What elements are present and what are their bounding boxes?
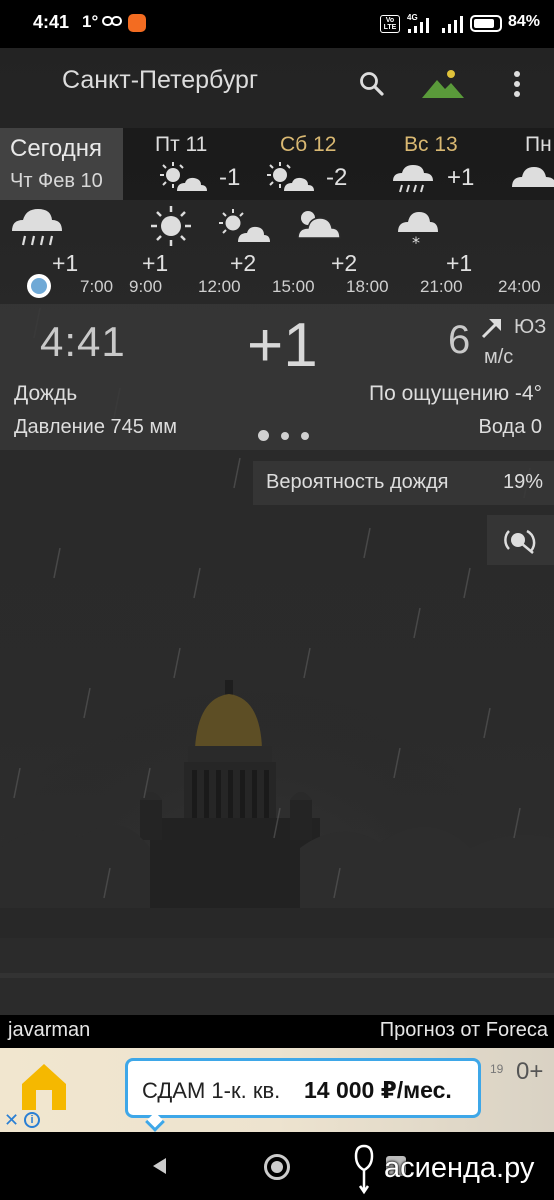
weather-condition: Дождь	[14, 382, 78, 405]
page-indicator	[258, 428, 321, 446]
ad-price: 14 000 ₽/мес.	[304, 1077, 452, 1103]
sun-cloud-icon	[160, 162, 207, 191]
rain-probability-label: Вероятность дождя	[266, 471, 449, 493]
page-dot	[281, 432, 289, 440]
day-name: Пн	[525, 133, 552, 156]
radar-icon	[504, 529, 536, 554]
day-tab-sun[interactable]: Вс 13 +1	[385, 128, 505, 200]
back-icon[interactable]	[150, 1156, 168, 1176]
hour-time: 9:00	[129, 277, 163, 296]
ad-info-icon[interactable]: i	[24, 1112, 40, 1128]
mountain-icon[interactable]	[421, 68, 465, 100]
ad-logo-icon	[22, 1064, 66, 1110]
ad-age-rating: 0+	[516, 1058, 544, 1085]
status-time: 4:41	[33, 12, 70, 32]
day-temp: +1	[447, 164, 475, 191]
wind-speed: 6	[448, 318, 471, 362]
day-name: Пт 11	[155, 133, 208, 156]
ad-banner[interactable]: СДАМ 1-к. кв. 14 000 ₽/мес. 19 0+ ✕ i	[0, 1048, 554, 1132]
sun-icon	[151, 206, 191, 246]
app-notification-icon	[128, 14, 146, 32]
status-bar: 4:41 1° Vo LTE 4G 84%	[0, 0, 554, 48]
hour-temp: +1	[446, 250, 473, 276]
svg-text:4G: 4G	[407, 13, 418, 22]
sun-cloud-icon	[267, 162, 314, 191]
hour-time: 15:00	[272, 277, 315, 296]
rain-cloud-icon	[393, 165, 433, 193]
hour-temp: +1	[142, 250, 169, 276]
search-icon[interactable]	[358, 70, 386, 98]
rain-probability[interactable]: Вероятность дождя 19%	[253, 461, 554, 505]
signal-icon	[442, 16, 463, 33]
day-today-label: Сегодня	[10, 135, 102, 162]
status-temperature: 1°	[82, 12, 99, 31]
watermark-text: асиенда.ру	[384, 1152, 535, 1184]
battery-icon	[470, 15, 502, 32]
link-icon	[102, 16, 122, 26]
sun-cloud-icon	[219, 209, 270, 242]
current-time-marker	[27, 274, 51, 298]
day-temp: -1	[219, 164, 241, 191]
hour-time: 24:00	[498, 277, 541, 296]
svg-text:*: *	[412, 233, 420, 250]
day-tab-fri[interactable]: Пт 11 -1	[137, 128, 257, 200]
current-time: 4:41	[40, 318, 126, 365]
more-icon[interactable]	[508, 70, 526, 98]
day-tab-mon[interactable]: Пн	[508, 128, 554, 200]
ad-text: СДАМ 1-к. кв.	[142, 1078, 281, 1103]
photo-author[interactable]: javarman	[8, 1019, 90, 1042]
rain-cloud-icon	[12, 209, 62, 246]
wind-unit: м/с	[484, 346, 514, 368]
ad-message: СДАМ 1-к. кв. 14 000 ₽/мес.	[125, 1058, 481, 1118]
signal-4g-icon: 4G	[407, 13, 429, 33]
radar-button[interactable]	[487, 515, 554, 565]
hour-temp: +2	[331, 250, 358, 276]
ad-close-icon[interactable]: ✕	[4, 1110, 19, 1131]
hour-temp: +2	[230, 250, 257, 276]
cloud-icon	[512, 167, 554, 187]
day-today-tab[interactable]: Сегодня Чт Фев 10	[0, 128, 123, 200]
hour-time: 12:00	[198, 277, 241, 296]
current-temperature: +1	[247, 311, 318, 380]
day-name: Сб 12	[280, 133, 337, 156]
wind-direction: ЮЗ	[514, 316, 547, 338]
home-button[interactable]	[264, 1154, 290, 1180]
battery-percent: 84%	[508, 13, 541, 30]
page-dot	[301, 432, 309, 440]
hour-temp: +1	[52, 250, 79, 276]
wind-direction-icon	[481, 319, 501, 339]
hour-time: 21:00	[420, 277, 463, 296]
hour-time: 7:00	[80, 277, 114, 296]
day-tab-sat[interactable]: Сб 12 -2	[258, 128, 378, 200]
pressure: Давление 745 мм	[14, 416, 177, 438]
city-title[interactable]: Санкт-Петербург	[62, 66, 258, 95]
current-conditions-panel[interactable]: 4:41 +1 6 м/с ЮЗ Дождь По ощущению -4° Д…	[0, 304, 554, 450]
partly-cloudy-icon	[297, 211, 341, 239]
day-name: Вс 13	[404, 133, 458, 156]
feels-like: По ощущению -4°	[368, 382, 542, 405]
ad-number: 19	[490, 1062, 504, 1076]
snow-cloud-icon: *	[398, 212, 438, 250]
photo-credits-bar: javarman Прогноз от Foreca	[0, 1015, 554, 1048]
volte-icon: Vo LTE	[380, 15, 400, 33]
days-strip: Пт 11 -1 Сб 12 -2 Вс 13 +1 Пн	[123, 128, 554, 200]
app-screen: 4:41 1° Vo LTE 4G 84% Санкт-Петербург Се…	[0, 0, 554, 1200]
hourly-forecast[interactable]: * +1 +1 +2 +2 +1 7:00 9:00 12:00 15:00 1…	[0, 200, 554, 300]
day-temp: -2	[326, 164, 348, 191]
hour-time: 18:00	[346, 277, 389, 296]
forecast-source[interactable]: Прогноз от Foreca	[380, 1019, 548, 1042]
water-temperature: Вода 0	[478, 416, 543, 438]
rain-probability-value: 19%	[502, 471, 543, 493]
page-dot-active	[258, 430, 269, 441]
day-today-date: Чт Фев 10	[10, 170, 103, 192]
